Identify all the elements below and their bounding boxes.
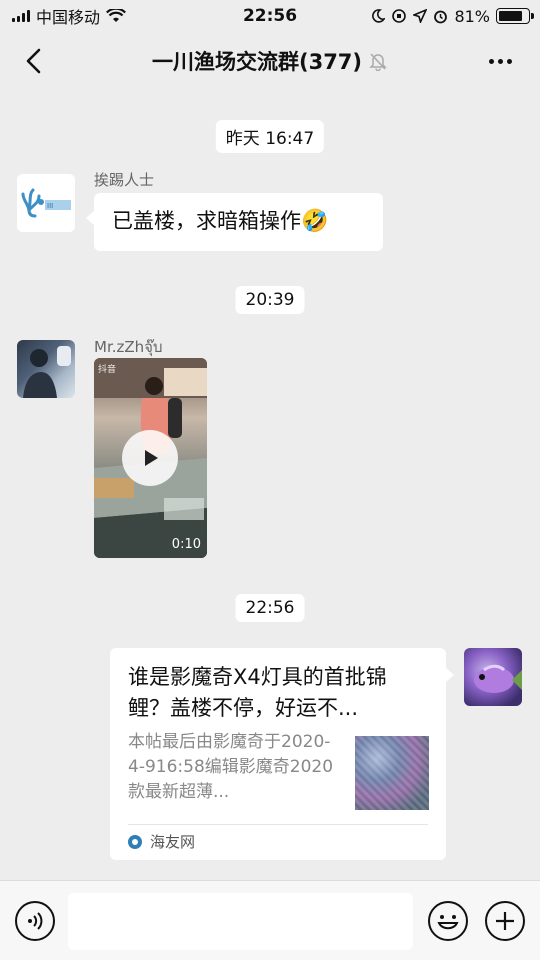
source-logo-icon bbox=[128, 834, 142, 849]
location-icon bbox=[413, 9, 428, 23]
signal-icon bbox=[12, 10, 30, 22]
avatar-self[interactable] bbox=[464, 648, 522, 706]
play-icon bbox=[145, 450, 158, 466]
tiktok-watermark: 抖音 bbox=[98, 365, 117, 375]
link-card-source-name: 海友网 bbox=[150, 833, 196, 851]
sender-name-1: 挨踢人士 bbox=[94, 171, 155, 189]
back-button[interactable] bbox=[18, 44, 48, 78]
video-message[interactable]: 抖音 0:10 bbox=[94, 358, 207, 558]
message-text-1: 已盖楼，求暗箱操作 bbox=[112, 209, 301, 233]
input-bar bbox=[0, 880, 540, 960]
chat-area[interactable]: 昨天 16:47 III 挨踢人士 已盖楼，求暗箱操作🤣 20:39 Mr.zZ… bbox=[0, 90, 540, 880]
plus-icon bbox=[496, 912, 514, 930]
rolling-laugh-emoji: 🤣 bbox=[301, 209, 329, 234]
mute-bell-icon bbox=[369, 53, 387, 71]
emoji-icon bbox=[437, 915, 459, 930]
carrier-name: 中国移动 bbox=[36, 8, 101, 27]
message-bubble-1[interactable]: 已盖楼，求暗箱操作🤣 bbox=[86, 193, 383, 251]
link-card-source: 海友网 bbox=[128, 831, 195, 852]
link-card[interactable]: 谁是影魔奇X4灯具的首批锦鲤？盖楼不停，好运不... 本帖最后由影魔奇于2020… bbox=[110, 648, 454, 860]
moon-icon bbox=[372, 9, 386, 23]
battery-icon bbox=[496, 8, 534, 24]
avatar-2[interactable] bbox=[17, 340, 75, 398]
coral-logo-avatar: III bbox=[17, 174, 75, 232]
battery-percent: 81% bbox=[454, 6, 490, 26]
status-bar: 中国移动 22:56 81% bbox=[0, 0, 540, 32]
status-left: 中国移动 bbox=[12, 4, 126, 28]
message-input[interactable] bbox=[68, 893, 413, 950]
timestamp-3: 22:56 bbox=[235, 594, 305, 622]
timestamp-1: 昨天 16:47 bbox=[215, 120, 325, 153]
voice-icon bbox=[28, 912, 43, 930]
svg-text:III: III bbox=[47, 202, 53, 210]
more-button[interactable] bbox=[482, 46, 518, 76]
video-duration: 0:10 bbox=[171, 537, 201, 552]
link-card-title: 谁是影魔奇X4灯具的首批锦鲤？盖楼不停，好运不... bbox=[128, 665, 387, 720]
chat-title: 一川渔场交流群(377) bbox=[152, 46, 388, 76]
sender-name-2: Mr.zZhจุ๊บ bbox=[94, 338, 163, 356]
alarm-icon bbox=[434, 10, 448, 23]
avatar-1[interactable]: III bbox=[17, 174, 75, 232]
timestamp-2: 20:39 bbox=[235, 286, 305, 314]
play-button[interactable] bbox=[122, 430, 178, 486]
back-chevron-icon bbox=[26, 48, 41, 74]
plus-button[interactable] bbox=[485, 901, 525, 941]
status-right: 81% bbox=[371, 6, 534, 26]
fish-avatar bbox=[474, 664, 522, 693]
nav-bar: 一川渔场交流群(377) bbox=[0, 32, 540, 90]
voice-button[interactable] bbox=[15, 901, 55, 941]
emoji-button[interactable] bbox=[428, 901, 468, 941]
chat-title-text: 一川渔场交流群(377) bbox=[151, 50, 363, 74]
more-dots-icon bbox=[488, 58, 494, 64]
link-card-thumbnail bbox=[355, 736, 429, 810]
wifi-icon bbox=[106, 9, 126, 22]
person-photo-avatar bbox=[23, 346, 71, 398]
orientation-lock-icon bbox=[392, 9, 407, 23]
link-card-description: 本帖最后由影魔奇于2020-4-916:58编辑影魔奇2020款最新超薄... bbox=[128, 732, 334, 802]
card-divider bbox=[128, 824, 428, 825]
